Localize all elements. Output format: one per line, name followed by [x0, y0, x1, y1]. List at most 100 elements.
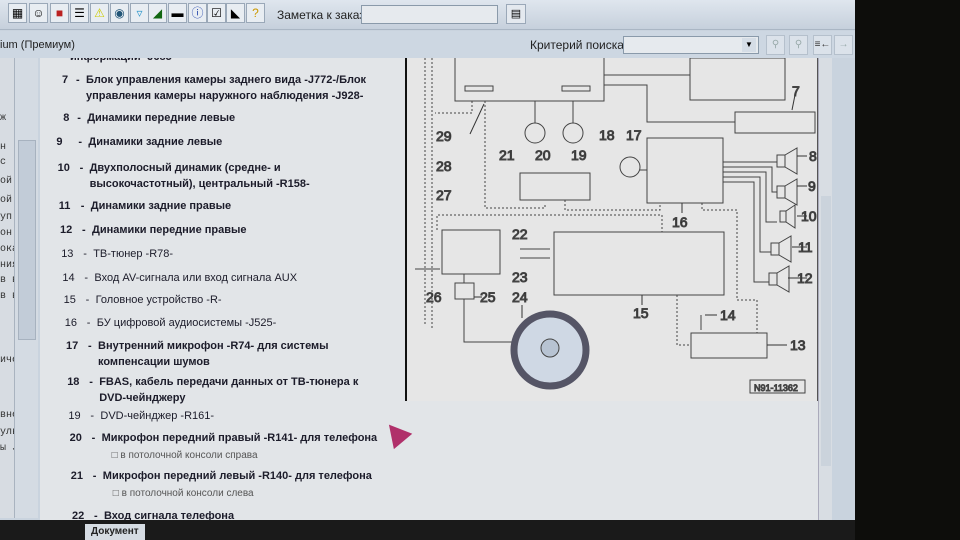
cup-icon[interactable]: ▿: [130, 3, 149, 23]
legend-dash: -: [80, 200, 85, 212]
left-scrollbar[interactable]: [14, 58, 38, 518]
warning-icon[interactable]: ⚠: [90, 3, 109, 23]
diagram-label-9: 9: [808, 178, 816, 194]
document-legend: информации -J685-7-Блок управления камер…: [40, 58, 405, 520]
left-tree-fragment[interactable]: он: [0, 228, 12, 239]
legend-item-text: Головное устройство -R-: [95, 294, 222, 306]
legend-item-number: 16: [64, 317, 78, 329]
search-bar: ium (Премиум) Критерий поиска: ▼ ⚲ ⚲ ≡← …: [0, 31, 855, 58]
microphone-17: [619, 156, 641, 178]
manual-icon[interactable]: ◣: [226, 3, 245, 23]
left-tree-fragment[interactable]: ой: [0, 176, 12, 187]
car-info-icon[interactable]: ⓘ: [188, 3, 207, 23]
legend-item-number: 20: [69, 432, 82, 444]
user-icon[interactable]: ☺: [29, 3, 48, 23]
diagram-label-25: 25: [480, 289, 496, 305]
legend-item-number: 21: [70, 470, 84, 482]
microphone-20: [562, 122, 584, 144]
diagram-label-29: 29: [436, 128, 452, 144]
expand-right-icon[interactable]: →: [834, 35, 853, 55]
legend-item: 22- Вход сигнала телефона: [62, 508, 384, 520]
legend-dash: -: [91, 432, 96, 444]
right-scrollbar[interactable]: [818, 58, 832, 520]
wiring-diagram: N91-11362 7 8 9 10 11 12 13 14 15 16 17 …: [405, 49, 818, 401]
left-tree-fragment[interactable]: н: [0, 142, 6, 153]
legend-item-number: 14: [62, 272, 75, 284]
legend-item-text: DVD-чейнджер -R161-: [100, 410, 215, 422]
list-icon[interactable]: ☰: [70, 3, 89, 23]
left-tree-fragment[interactable]: с: [0, 157, 6, 168]
legend-item: 13- ТВ-тюнер -R78-: [51, 246, 384, 262]
diagram-box-25: [454, 282, 475, 300]
legend-dash: -: [94, 510, 98, 520]
legend-item-text: Микрофон передний левый -R140- для телеф…: [102, 470, 372, 482]
note-save-icon[interactable]: ▤: [506, 4, 526, 24]
criteria-label: Критерий поиска:: [530, 38, 628, 52]
diagram-label-21: 21: [499, 147, 515, 163]
legend-item-number: 10: [57, 162, 70, 174]
left-tree-fragment[interactable]: ж: [0, 113, 6, 124]
clipboard-icon[interactable]: ☑: [207, 3, 226, 23]
note-label: Заметка к заказу:: [277, 8, 374, 22]
legend-item: 15- Головное устройство -R-: [54, 292, 384, 308]
window-title: ium (Премиум): [0, 39, 75, 51]
legend-item: 16- БУ цифровой аудиосистемы -J525-: [55, 315, 384, 331]
diagram-box-13: [690, 332, 768, 359]
diagram-label-13: 13: [790, 337, 806, 353]
diagram-label-15: 15: [633, 305, 649, 321]
diagram-label-12: 12: [797, 270, 813, 286]
legend-item-text: ТВ-тюнер -R78-: [93, 248, 174, 260]
left-tree-fragment[interactable]: уп: [0, 212, 12, 223]
legend-item-text: Микрофон передний правый -R141- для теле…: [101, 432, 378, 444]
diagram-label-23: 23: [512, 269, 528, 285]
legend-dash: -: [82, 224, 86, 236]
legend-item-text: Динамики передние левые: [87, 112, 236, 124]
legend-item-text: Динамики передние правые: [92, 224, 247, 236]
diagram-label-8: 8: [809, 148, 817, 164]
legend-item: 19- DVD-чейнджер -R161-: [58, 408, 384, 424]
diagram-label-17: 17: [626, 127, 642, 143]
chevron-down-icon[interactable]: ▼: [742, 38, 756, 52]
legend-dash: -: [78, 136, 83, 148]
legend-item-number: 19: [68, 410, 81, 422]
legend-dash: -: [89, 376, 93, 388]
book-green-icon[interactable]: ◢: [148, 3, 167, 23]
note-input[interactable]: [361, 5, 498, 24]
legend-dash: -: [86, 317, 91, 329]
diagram-label-11: 11: [798, 239, 813, 255]
legend-item-cut: информации -J685-: [70, 58, 175, 65]
legend-item: 17- Внутренний микрофон -R74- для системы…: [56, 338, 384, 370]
legend-item-text: Внутренний микрофон -R74- для системы ко…: [98, 340, 329, 368]
tab-document[interactable]: Документ: [85, 524, 145, 540]
legend-dash: -: [76, 74, 80, 86]
legend-item-text: Вход сигнала телефона: [104, 510, 235, 520]
search-prev-icon[interactable]: ⚲: [766, 35, 785, 55]
diagram-box-15: [553, 231, 725, 296]
car-icon[interactable]: ▬: [168, 3, 187, 23]
diagram-label-19: 19: [571, 147, 587, 163]
legend-item-number: 22: [72, 510, 85, 520]
diagram-label-28: 28: [436, 158, 452, 174]
legend-item-text: FBAS, кабель передачи данных от ТВ-тюнер…: [99, 376, 359, 404]
legend-item: 9 - Динамики задние левые: [46, 134, 384, 150]
book-icon[interactable]: ■: [50, 3, 69, 23]
legend-item: 8- Динамики передние левые: [45, 110, 384, 126]
criteria-select[interactable]: ▼: [623, 36, 759, 54]
legend-item-number: 11: [58, 200, 71, 212]
legend-subitem-text: в потолочной консоли справа: [120, 450, 258, 461]
collapse-left-icon[interactable]: ≡←: [813, 35, 832, 55]
speaker-12: [776, 265, 790, 293]
speaker-8: [784, 147, 798, 175]
globe-icon[interactable]: ◉: [110, 3, 129, 23]
help-icon[interactable]: ?: [246, 3, 265, 23]
legend-item: 21- Микрофон передний левый -R140- для те…: [61, 468, 384, 484]
legend-item: 10- Двухполосный динамик (средне- и высок…: [48, 160, 384, 192]
legend-item: 11- Динамики задние правые: [49, 198, 384, 214]
legend-item-text: Блок управления камеры заднего вида -J77…: [86, 74, 367, 102]
legend-item-number: 12: [60, 224, 73, 236]
legend-item-text: Динамики задние правые: [90, 200, 232, 212]
legend-dash: -: [77, 112, 81, 124]
left-tree-fragment[interactable]: ой: [0, 195, 12, 206]
window-icon[interactable]: ▦: [8, 3, 27, 23]
search-next-icon[interactable]: ⚲: [789, 35, 808, 55]
